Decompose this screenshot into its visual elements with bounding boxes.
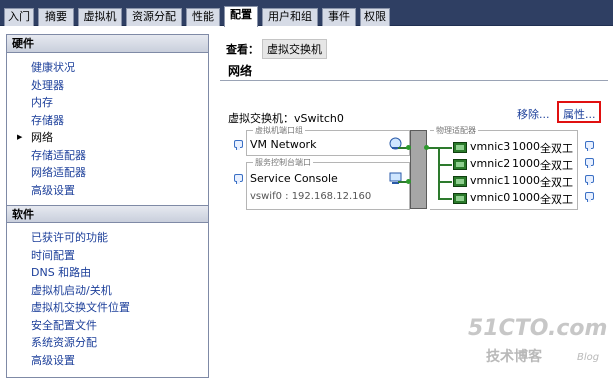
sidebar-item-processors[interactable]: 处理器 [7, 77, 208, 95]
vswitch-label: 虚拟交换机：vSwitch0 [228, 110, 344, 126]
sidebar-item-memory[interactable]: 内存 [7, 94, 208, 112]
vm-network-info-icon[interactable] [234, 140, 243, 150]
adapter-info-icon[interactable] [585, 175, 594, 185]
watermark-subtitle: 技术博客 [486, 349, 542, 365]
physical-adapters-title: 物理适配器 [434, 125, 478, 136]
nic-icon [453, 142, 467, 153]
adapter-name: vmnic3 [470, 140, 511, 153]
service-console-group: 服务控制台端口 [246, 157, 410, 210]
adapter-name: vmnic0 [470, 191, 511, 204]
console-port-connector-dot [406, 179, 411, 184]
adapter-speed: 1000 [512, 157, 540, 170]
vswitch-label-text: 虚拟交换机： [228, 112, 294, 125]
adapter-name: vmnic1 [470, 174, 511, 187]
vm-network-label: VM Network [250, 138, 317, 151]
tab-getting-started[interactable]: 入门 [4, 8, 34, 26]
sidebar-item-swapfile-location[interactable]: 虚拟机交换文件位置 [7, 299, 208, 317]
service-console-ip: vswif0 : 192.168.12.160 [250, 191, 372, 202]
adapter-speed: 1000 [512, 191, 540, 204]
vswitch-bar [410, 130, 427, 209]
tab-users-groups[interactable]: 用户和组 [262, 8, 318, 26]
adapter-name: vmnic2 [470, 157, 511, 170]
config-sidebar: 硬件 健康状况 处理器 内存 存储器 ▶ 网络 存储适配器 网络适配器 高级设置… [6, 34, 209, 378]
sidebar-item-networking-label: 网络 [31, 131, 53, 144]
nic-icon [453, 193, 467, 204]
view-switch-option[interactable]: 虚拟交换机 [262, 39, 327, 59]
view-label: 查看： [226, 43, 259, 56]
sidebar-item-security-profile[interactable]: 安全配置文件 [7, 317, 208, 335]
adapter-duplex: 全双工 [540, 142, 573, 155]
page-title: 网络 [228, 64, 253, 78]
uplink-trunk [438, 147, 440, 199]
nic-connector [438, 198, 452, 200]
vswitch-name: vSwitch0 [294, 112, 344, 125]
nic-connector [438, 164, 452, 166]
hardware-list: 健康状况 处理器 内存 存储器 ▶ 网络 存储适配器 网络适配器 高级设置 [7, 53, 208, 205]
nic-connector [438, 181, 452, 183]
nic-connector [438, 147, 452, 149]
sidebar-item-storage-adapters[interactable]: 存储适配器 [7, 147, 208, 165]
adapter-duplex: 全双工 [540, 193, 573, 206]
divider [220, 80, 608, 81]
tab-permissions[interactable]: 权限 [360, 8, 390, 26]
vm-port-group-title: 虚拟机端口组 [253, 125, 305, 136]
tab-virtual-machines[interactable]: 虚拟机 [78, 8, 122, 26]
remove-link[interactable]: 移除... [517, 106, 550, 122]
service-console-info-icon[interactable] [234, 174, 243, 184]
adapter-duplex: 全双工 [540, 176, 573, 189]
adapter-speed: 1000 [512, 140, 540, 153]
sidebar-item-advanced-settings-hw[interactable]: 高级设置 [7, 182, 208, 200]
software-list: 已获许可的功能 时间配置 DNS 和路由 虚拟机启动/关机 虚拟机交换文件位置 … [7, 223, 208, 375]
tab-performance[interactable]: 性能 [186, 8, 220, 26]
adapter-info-icon[interactable] [585, 141, 594, 151]
vm-port-connector-dot [406, 145, 411, 150]
adapter-duplex: 全双工 [540, 159, 573, 172]
service-console-icon [389, 172, 402, 184]
watermark-logo: 51CTO.com [468, 316, 608, 341]
software-section-title: 软件 [7, 205, 208, 223]
hardware-section-title: 硬件 [7, 35, 208, 53]
sidebar-item-vm-startup[interactable]: 虚拟机启动/关机 [7, 282, 208, 300]
sidebar-item-network-adapters[interactable]: 网络适配器 [7, 164, 208, 182]
watermark-blog: Blog [577, 352, 600, 363]
adapter-speed: 1000 [512, 174, 540, 187]
service-console-title: 服务控制台端口 [253, 157, 313, 168]
nic-icon [453, 176, 467, 187]
sidebar-item-health[interactable]: 健康状况 [7, 59, 208, 77]
sidebar-item-dns-routing[interactable]: DNS 和路由 [7, 264, 208, 282]
tab-resource-allocation[interactable]: 资源分配 [126, 8, 182, 26]
sidebar-item-time-config[interactable]: 时间配置 [7, 247, 208, 265]
tab-events[interactable]: 事件 [322, 8, 356, 26]
service-console-label: Service Console [250, 172, 338, 185]
adapter-info-icon[interactable] [585, 158, 594, 168]
tab-bar: 入门 摘要 虚拟机 资源分配 性能 配置 用户和组 事件 权限 [0, 0, 613, 27]
properties-link[interactable]: 属性... [563, 106, 596, 122]
sidebar-item-networking[interactable]: ▶ 网络 [7, 129, 208, 147]
sidebar-item-licensed-features[interactable]: 已获许可的功能 [7, 229, 208, 247]
nic-icon [453, 159, 467, 170]
tab-summary[interactable]: 摘要 [38, 8, 74, 26]
sidebar-item-advanced-settings-sw[interactable]: 高级设置 [7, 352, 208, 370]
tab-configuration[interactable]: 配置 [224, 6, 258, 27]
properties-highlight: 属性... [557, 101, 601, 123]
selected-bullet-icon: ▶ [17, 133, 23, 141]
sidebar-item-system-resources[interactable]: 系统资源分配 [7, 334, 208, 352]
adapter-info-icon[interactable] [585, 192, 594, 202]
sidebar-item-storage[interactable]: 存储器 [7, 112, 208, 130]
uplink-connector-dot [424, 145, 429, 150]
